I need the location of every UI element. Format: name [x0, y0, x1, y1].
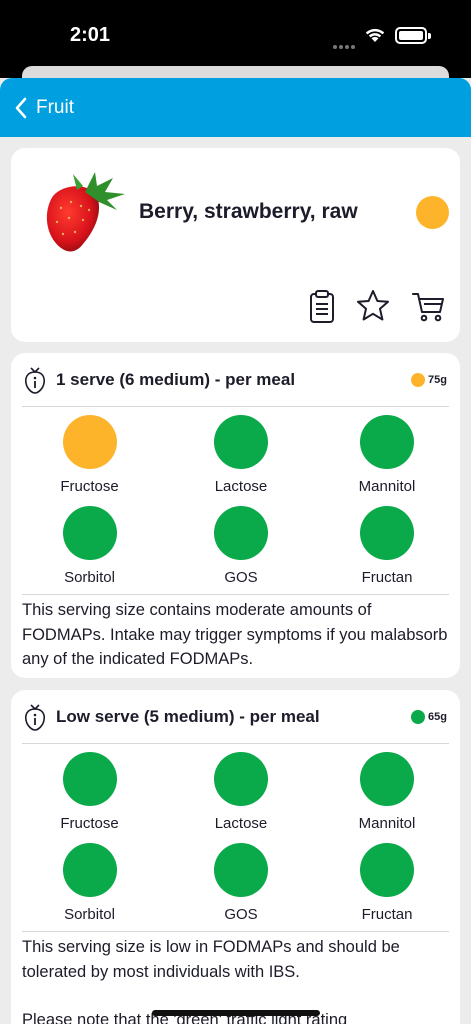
fodmap-label: Fructan — [361, 906, 413, 923]
fodmap-item: Sorbitol — [11, 506, 168, 587]
divider — [22, 743, 449, 744]
divider — [22, 594, 449, 595]
fodmap-item: Lactose — [168, 415, 314, 496]
fodmap-dot — [62, 843, 117, 897]
food-header-card: Berry, strawberry, raw — [11, 148, 460, 342]
serve-badge: 75g — [411, 373, 447, 387]
fodmap-item: GOS — [168, 843, 314, 924]
divider — [22, 931, 449, 932]
fodmap-label: Lactose — [214, 815, 268, 832]
serve-header[interactable]: Low serve (5 medium) - per meal 65g — [11, 690, 460, 745]
fodmap-item: GOS — [168, 506, 314, 587]
serve-rating-dot — [411, 373, 426, 387]
fodmap-grid: Fructose Lactose Mannitol Sorbitol GOS F… — [11, 415, 460, 587]
food-name: Berry, strawberry, raw — [139, 200, 358, 223]
divider — [22, 406, 449, 407]
serve-description: This serving size contains moderate amou… — [22, 601, 448, 668]
fodmap-label: Sorbitol — [64, 569, 115, 586]
fodmap-label: GOS — [224, 569, 258, 586]
fodmap-dot — [360, 415, 414, 469]
serve-card-2: Low serve (5 medium) - per meal 65g Fruc… — [11, 690, 460, 1024]
serve-header[interactable]: 1 serve (6 medium) - per meal 75g — [11, 353, 460, 408]
cart-icon[interactable] — [411, 288, 447, 324]
fodmap-dot — [214, 415, 268, 469]
back-label: Fruit — [36, 96, 74, 118]
serve-badge: 65g — [411, 710, 447, 724]
fodmap-label: Lactose — [214, 478, 268, 495]
chevron-left-icon — [15, 97, 27, 118]
fodmap-dot — [360, 752, 414, 806]
fodmap-label: Fructose — [60, 815, 119, 832]
serve-weight: 65g — [428, 711, 447, 723]
strawberry-image — [46, 172, 125, 252]
serve-weight: 75g — [428, 374, 447, 386]
fodmap-dot — [214, 843, 268, 897]
serve-description: This serving size is low in FODMAPs and … — [22, 938, 400, 981]
serve-card-1: 1 serve (6 medium) - per meal 75g Fructo… — [11, 353, 460, 678]
fodmap-dot — [214, 752, 268, 806]
fodmap-item: Sorbitol — [11, 843, 168, 924]
serve-title: 1 serve (6 medium) - per meal — [56, 370, 296, 389]
strawberry-info-icon[interactable] — [22, 703, 48, 731]
fodmap-item: Mannitol — [314, 752, 460, 833]
strawberry-info-icon[interactable] — [22, 366, 48, 394]
fodmap-label: Mannitol — [358, 478, 416, 495]
fodmap-item: Mannitol — [314, 415, 460, 496]
fodmap-label: Fructan — [361, 569, 413, 586]
fodmap-item: Fructose — [11, 752, 168, 833]
navigation-bar: Fruit — [0, 78, 471, 137]
fodmap-dot — [62, 506, 117, 560]
fodmap-dot — [62, 415, 117, 469]
fodmap-grid: Fructose Lactose Mannitol Sorbitol GOS F… — [11, 752, 460, 924]
serve-title: Low serve (5 medium) - per meal — [56, 707, 320, 726]
star-icon[interactable] — [355, 288, 391, 324]
fodmap-label: GOS — [224, 906, 258, 923]
serve-rating-dot — [411, 710, 426, 724]
fodmap-dot — [214, 506, 268, 560]
fodmap-item: Lactose — [168, 752, 314, 833]
back-button[interactable]: Fruit — [12, 96, 74, 120]
food-rating-dot — [416, 196, 449, 229]
signal-dots-icon — [333, 36, 357, 54]
status-time: 2:01 — [70, 24, 111, 46]
fodmap-label: Sorbitol — [64, 906, 115, 923]
home-indicator — [152, 1010, 320, 1016]
clipboard-icon[interactable] — [304, 288, 340, 324]
fodmap-dot — [360, 843, 414, 897]
wifi-icon — [365, 28, 385, 42]
fodmap-label: Fructose — [60, 478, 119, 495]
fodmap-label: Mannitol — [358, 815, 416, 832]
fodmap-item: Fructan — [314, 506, 460, 587]
fodmap-dot — [62, 752, 117, 806]
fodmap-item: Fructose — [11, 415, 168, 496]
fodmap-dot — [360, 506, 414, 560]
fodmap-item: Fructan — [314, 843, 460, 924]
battery-icon — [395, 27, 431, 44]
